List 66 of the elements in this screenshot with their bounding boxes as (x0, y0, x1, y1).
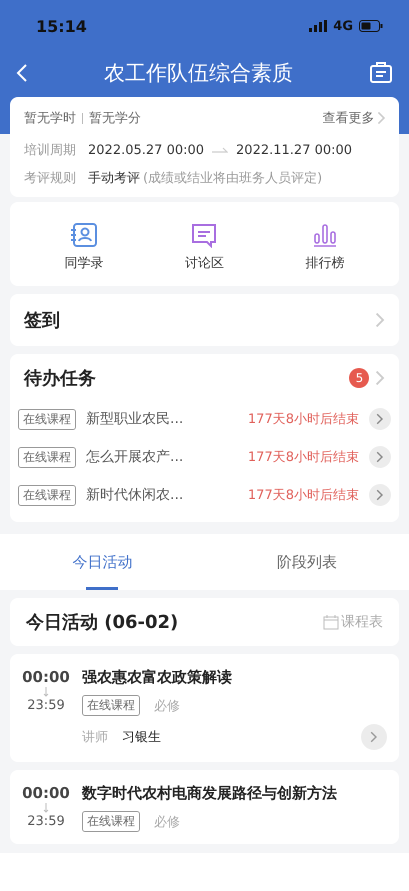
chevron-right-icon (375, 370, 385, 386)
task-deadline: 177天8小时后结束 (248, 487, 359, 504)
rule-note: (成绩或结业将由班务人员评定) (143, 170, 322, 187)
start-time: 00:00 (22, 784, 70, 802)
activity-title: 数字时代农村电商发展路径与创新方法 (82, 784, 338, 803)
end-time: 23:59 (27, 698, 65, 713)
arrow-down-icon (43, 687, 49, 697)
chevron-right-icon (370, 731, 378, 743)
battery-icon (359, 20, 383, 32)
shortcut-button[interactable]: 同学录 (24, 222, 144, 272)
task-name[interactable]: 新型职业农民... (86, 410, 238, 428)
task-deadline: 177天8小时后结束 (248, 411, 359, 428)
end-time: 23:59 (27, 814, 65, 829)
open-task-button[interactable] (369, 484, 391, 506)
course-type-tag: 在线课程 (18, 484, 76, 506)
requirement-label: 必修 (154, 814, 180, 830)
tasks-title: 待办任务 (24, 367, 96, 390)
field-label: 考评规则 (24, 170, 76, 187)
status-time: 15:14 (36, 16, 87, 36)
chevron-right-icon (375, 312, 385, 328)
requirement-label: 必修 (154, 698, 180, 714)
lecturer-label: 讲师 (82, 729, 108, 746)
shortcut-button[interactable]: 排行榜 (264, 222, 385, 272)
chevron-right-icon (376, 111, 385, 125)
checkin-card[interactable]: 签到 (10, 294, 399, 346)
chat-icon (190, 222, 218, 248)
task-name[interactable]: 新时代休闲农... (86, 486, 238, 504)
task-deadline: 177天8小时后结束 (248, 449, 359, 466)
start-time: 00:00 (22, 668, 70, 686)
network-type: 4G (333, 18, 353, 34)
clipboard-button[interactable] (369, 62, 393, 84)
activity-title: 强农惠农富农政策解读 (82, 668, 233, 687)
tab[interactable]: 今日活动 (0, 534, 204, 590)
course-type-tag: 在线课程 (82, 811, 140, 832)
checkin-title: 签到 (24, 309, 60, 332)
chevron-right-icon (376, 413, 384, 425)
study-credits: 暂无学分 (89, 110, 141, 127)
field-label: 培训周期 (24, 142, 76, 159)
signal-icon (309, 20, 328, 32)
study-hours: 暂无学时 (24, 110, 76, 127)
course-type-tag: 在线课程 (18, 408, 76, 430)
open-task-button[interactable] (369, 408, 391, 430)
chevron-right-icon (376, 489, 384, 501)
lecturer-name: 习银生 (122, 729, 161, 746)
course-type-tag: 在线课程 (18, 446, 76, 468)
calendar-icon (323, 614, 339, 630)
contact-card-icon (70, 222, 98, 248)
back-button[interactable] (16, 63, 28, 83)
tab[interactable]: 阶段列表 (204, 534, 409, 590)
view-more-link[interactable]: 查看更多 (322, 109, 385, 127)
open-task-button[interactable] (369, 446, 391, 468)
shortcut-button[interactable]: 讨论区 (144, 222, 265, 272)
arrow-down-icon (43, 803, 49, 813)
page-title: 农工作队伍综合素质 (104, 60, 293, 87)
activity-card[interactable]: 00:00 23:59 数字时代农村电商发展路径与创新方法 在线课程 必修 (10, 770, 399, 844)
task-name[interactable]: 怎么开展农产... (86, 448, 238, 466)
period-end: 2022.11.27 00:00 (236, 142, 352, 158)
today-title: 今日活动 (06-02) (26, 611, 178, 634)
chevron-right-icon (376, 451, 384, 463)
course-type-tag: 在线课程 (82, 695, 140, 716)
rule-value: 手动考评 (88, 170, 140, 187)
open-activity-button[interactable] (361, 724, 387, 750)
tab-underline (86, 587, 118, 590)
activity-card[interactable]: 00:00 23:59 强农惠农富农政策解读 在线课程 必修 讲师 习银生 (10, 654, 399, 762)
period-start: 2022.05.27 00:00 (88, 142, 204, 158)
count-badge: 5 (349, 368, 370, 388)
